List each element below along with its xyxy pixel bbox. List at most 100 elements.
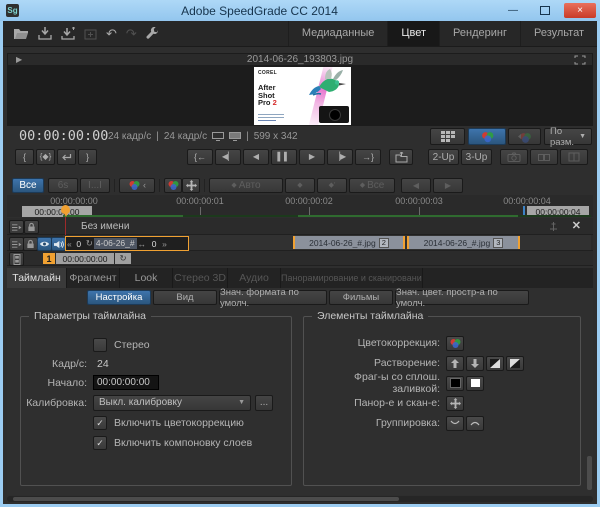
tab-result[interactable]: Результат (520, 21, 597, 46)
filmstrip-icon[interactable] (9, 252, 24, 266)
track-name[interactable]: Без имени (81, 221, 129, 232)
open-project-icon[interactable] (13, 28, 29, 40)
timeline-clip[interactable]: 2014-06-26_#.jpg 3 (407, 236, 520, 249)
set-out-button[interactable]: } (78, 149, 97, 165)
previous-keyframe-button[interactable]: ◀ (401, 178, 431, 193)
pan-scan-button[interactable] (446, 396, 464, 411)
loop-playback-button[interactable] (57, 149, 76, 165)
delete-keyframe-button[interactable]: ◆′ (317, 178, 347, 193)
play-reverse-button[interactable]: ◀ (243, 149, 269, 165)
subtab-films[interactable]: Фильмы (329, 290, 393, 305)
dissolve-timecode-box[interactable]: 00:00:00:00 (56, 253, 114, 264)
color-view-button[interactable] (468, 128, 506, 145)
new-item-icon[interactable] (84, 28, 97, 40)
next-frame-button[interactable]: ▕▶ (327, 149, 353, 165)
settings-wrench-icon[interactable] (146, 27, 159, 40)
ungroup-button[interactable] (466, 416, 484, 431)
auto-keyframe-button[interactable]: ◆Авто (209, 178, 283, 193)
snapshot-button[interactable] (500, 149, 528, 165)
maximize-button[interactable] (532, 3, 558, 18)
save-icon[interactable] (38, 27, 52, 40)
start-timecode-input[interactable] (93, 375, 159, 390)
dissolve-up-button[interactable] (446, 356, 464, 371)
lock-icon[interactable] (24, 220, 39, 234)
pause-button[interactable]: ▌▌ (271, 149, 297, 165)
grade-link-button[interactable]: ‹ (119, 178, 155, 193)
all-keyframes-button[interactable]: ◆Все (349, 178, 395, 193)
tab-render[interactable]: Рендеринг (439, 21, 520, 46)
tab-stereo-3d[interactable]: Стерео 3D (173, 268, 228, 288)
selected-clip-trim-control[interactable]: « 0 ↻ 4-06-26_# ↔ 0 » (65, 236, 189, 251)
redo-icon[interactable]: ↷ (126, 28, 137, 40)
trim-clip-name[interactable]: 4-06-26_# (94, 238, 137, 249)
enable-color-checkbox[interactable] (93, 416, 107, 430)
tab-look[interactable]: Look (120, 268, 173, 288)
dissolve-loop-icon[interactable]: ↻ (115, 253, 131, 264)
color-correction-button[interactable] (446, 336, 464, 351)
tab-fragment[interactable]: Фрагмент (67, 268, 120, 288)
fit-frame-icon[interactable] (574, 55, 586, 65)
grade-button[interactable] (164, 178, 182, 193)
subtab-colorspace-defaults[interactable]: Знач. цвет. простр-а по умолч. (395, 290, 529, 305)
update-reel-button[interactable] (389, 149, 413, 165)
tab-color[interactable]: Цвет (387, 21, 439, 46)
mosaic-view-button[interactable] (430, 128, 465, 145)
group-button[interactable] (446, 416, 464, 431)
display-icon[interactable] (212, 132, 224, 141)
close-button[interactable]: × (564, 3, 596, 18)
audio-speaker-icon[interactable] (51, 237, 66, 251)
track-list-icon[interactable] (9, 237, 24, 251)
subtab-format-defaults[interactable]: Знач. формата по умолч. (219, 290, 327, 305)
play-button[interactable]: ▶ (299, 149, 325, 165)
close-track-icon[interactable]: ✕ (572, 219, 581, 232)
save-as-icon[interactable] (61, 27, 75, 40)
add-keyframe-button[interactable]: ◆ (285, 178, 315, 193)
solid-white-button[interactable] (466, 376, 484, 391)
previous-frame-button[interactable]: ◀▏ (215, 149, 241, 165)
split-view-button[interactable] (560, 149, 588, 165)
timeline-clip[interactable]: 2014-06-26_#.jpg 2 (293, 236, 405, 249)
trim-right-value[interactable]: 0 (147, 239, 161, 249)
calibration-more-button[interactable]: ... (255, 395, 273, 411)
dual-display-button[interactable] (530, 149, 558, 165)
dissolve-down-button[interactable] (466, 356, 484, 371)
next-keyframe-button[interactable]: ▶ (433, 178, 463, 193)
subtab-setup[interactable]: Настройка (87, 290, 151, 305)
track-list-icon[interactable] (9, 220, 24, 234)
dissolve-index-badge[interactable]: 1 (43, 253, 55, 264)
view-all-button[interactable]: Все (12, 178, 44, 193)
visibility-eye-icon[interactable] (37, 237, 52, 251)
trim-left-value[interactable]: 0 (73, 239, 85, 249)
fade-out-button[interactable] (506, 356, 524, 371)
tab-timeline[interactable]: Таймлайн (7, 268, 67, 288)
playhead-pin[interactable] (61, 205, 70, 214)
play-in-out-button[interactable]: {◆} (36, 149, 55, 165)
calibration-dropdown[interactable]: Выкл. калибровку▼ (93, 395, 251, 411)
three-up-button[interactable]: 3-Up (461, 149, 492, 165)
undo-icon[interactable]: ↶ (106, 28, 117, 40)
grade-preview-button[interactable] (508, 128, 541, 145)
horizontal-scrollbar-thumb[interactable] (13, 497, 399, 501)
set-in-button[interactable]: { (15, 149, 34, 165)
lock-icon[interactable] (23, 237, 38, 251)
two-up-button[interactable]: 2-Up (428, 149, 459, 165)
pan-tool-button[interactable] (182, 178, 200, 193)
tab-metadata[interactable]: Медиаданные (288, 21, 388, 46)
zoom-mode-dropdown[interactable]: По разм. ▼ (544, 128, 592, 145)
minimize-button[interactable]: — (500, 3, 526, 18)
tab-pan-scan[interactable]: Панорамирование и сканирование (281, 268, 423, 288)
tab-audio[interactable]: Аудио (228, 268, 281, 288)
subtab-view[interactable]: Вид (153, 290, 217, 305)
horizontal-scrollbar[interactable] (7, 496, 593, 502)
stereo-checkbox[interactable] (93, 338, 107, 352)
timeline-ruler[interactable]: 00:00:00:00 00:00:00:01 00:00:00:02 00:0… (7, 195, 593, 217)
view-6s-button[interactable]: 6s (48, 178, 78, 193)
goto-in-button[interactable]: {← (187, 149, 213, 165)
solid-black-button[interactable] (446, 376, 464, 391)
fade-in-button[interactable] (486, 356, 504, 371)
goto-out-button[interactable]: →} (355, 149, 381, 165)
display-secondary-icon[interactable] (229, 132, 241, 141)
vertical-scrollbar[interactable] (587, 456, 592, 490)
enable-layers-checkbox[interactable] (93, 436, 107, 450)
viewer-expand-icon[interactable]: ▶ (16, 55, 22, 64)
